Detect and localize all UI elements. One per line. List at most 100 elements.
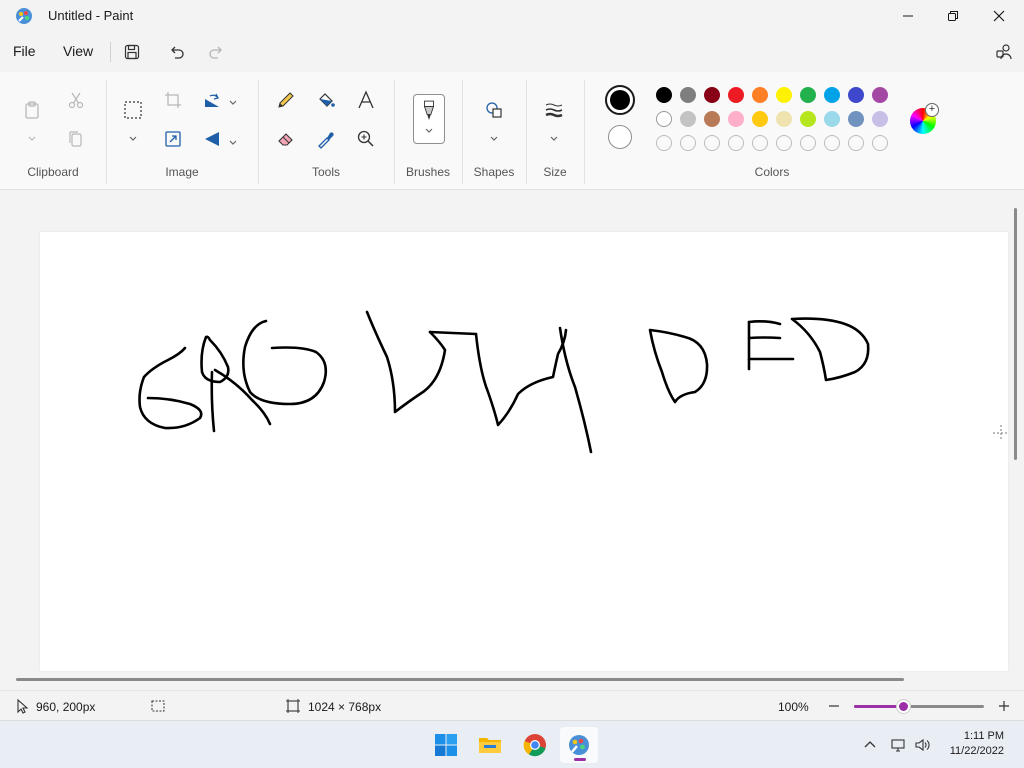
paint-taskbar-button[interactable] bbox=[560, 727, 598, 763]
color-swatch[interactable] bbox=[872, 111, 888, 127]
color-picker-button[interactable] bbox=[312, 125, 340, 153]
magnifier-button[interactable] bbox=[352, 125, 380, 153]
size-group-label: Size bbox=[543, 165, 567, 179]
color-swatch[interactable] bbox=[680, 111, 696, 127]
color-swatch[interactable] bbox=[656, 111, 672, 127]
drawing-stroke bbox=[138, 346, 203, 430]
stroke-size-icon bbox=[545, 103, 563, 118]
color-swatch[interactable] bbox=[872, 87, 888, 103]
custom-color-slot[interactable] bbox=[848, 135, 864, 151]
color-swatch[interactable] bbox=[728, 87, 744, 103]
custom-color-slot[interactable] bbox=[752, 135, 768, 151]
zoom-out-icon[interactable] bbox=[826, 698, 842, 714]
rectangle-select-icon bbox=[124, 101, 142, 119]
minimize-button[interactable] bbox=[885, 0, 931, 32]
color-swatch[interactable] bbox=[704, 111, 720, 127]
system-clock[interactable]: 1:11 PM 11/22/2022 bbox=[940, 730, 1004, 757]
clock-time: 1:11 PM bbox=[963, 730, 1004, 742]
text-icon bbox=[358, 90, 374, 109]
rotate-button[interactable] bbox=[198, 86, 226, 114]
custom-color-slot[interactable] bbox=[656, 135, 672, 151]
color-swatch[interactable] bbox=[824, 111, 840, 127]
account-button[interactable] bbox=[990, 40, 1018, 64]
color-swatch[interactable] bbox=[752, 111, 768, 127]
color-swatch[interactable] bbox=[848, 111, 864, 127]
color-swatch[interactable] bbox=[704, 87, 720, 103]
custom-color-slot[interactable] bbox=[680, 135, 696, 151]
color-swatch[interactable] bbox=[752, 87, 768, 103]
custom-color-slot[interactable] bbox=[704, 135, 720, 151]
zoom-slider[interactable] bbox=[854, 700, 984, 713]
color-swatch[interactable] bbox=[776, 87, 792, 103]
size-button[interactable] bbox=[540, 96, 568, 124]
cursor-position: 960, 200px bbox=[36, 700, 96, 714]
text-button[interactable] bbox=[352, 86, 380, 114]
chrome-icon bbox=[523, 734, 546, 757]
clock-date: 11/22/2022 bbox=[949, 745, 1004, 757]
horizontal-scrollbar[interactable] bbox=[16, 678, 904, 681]
custom-color-slot[interactable] bbox=[824, 135, 840, 151]
size-dropdown-chevron-icon[interactable] bbox=[549, 130, 559, 141]
cut-button[interactable] bbox=[62, 86, 90, 114]
file-menu[interactable]: File bbox=[13, 43, 36, 59]
color-swatch[interactable] bbox=[824, 87, 840, 103]
shapes-icon bbox=[486, 102, 502, 118]
pencil-button[interactable] bbox=[272, 86, 300, 114]
zoom-slider-thumb[interactable] bbox=[897, 700, 911, 713]
custom-color-slot[interactable] bbox=[728, 135, 744, 151]
zoom-in-icon[interactable] bbox=[996, 698, 1012, 714]
cut-icon bbox=[68, 92, 84, 109]
rotate-dropdown-chevron-icon[interactable] bbox=[228, 94, 238, 105]
file-explorer-icon bbox=[479, 738, 501, 753]
start-button[interactable] bbox=[427, 727, 465, 763]
zoom-level: 100% bbox=[778, 700, 809, 714]
menu-bar: File View bbox=[0, 34, 1024, 70]
custom-color-slot[interactable] bbox=[776, 135, 792, 151]
save-button[interactable] bbox=[118, 40, 146, 64]
primary-color-selector[interactable] bbox=[605, 85, 635, 115]
brushes-dropdown-chevron-icon bbox=[425, 128, 433, 133]
resize-button[interactable] bbox=[159, 125, 187, 153]
canvas-resize-handle[interactable] bbox=[992, 424, 1010, 442]
select-dropdown-chevron-icon[interactable] bbox=[128, 130, 138, 141]
color-swatch[interactable] bbox=[680, 87, 696, 103]
custom-color-slot[interactable] bbox=[872, 135, 888, 151]
chevron-up-icon[interactable] bbox=[862, 737, 878, 753]
view-menu[interactable]: View bbox=[63, 43, 93, 59]
paste-dropdown-chevron-icon[interactable] bbox=[27, 130, 37, 141]
color-swatch[interactable] bbox=[800, 111, 816, 127]
custom-color-slot[interactable] bbox=[800, 135, 816, 151]
drawing-stroke bbox=[747, 320, 782, 326]
chrome-button[interactable] bbox=[516, 727, 554, 763]
volume-icon[interactable] bbox=[914, 737, 930, 753]
vertical-scrollbar[interactable] bbox=[1014, 208, 1017, 460]
paint-app-icon bbox=[14, 6, 34, 26]
fill-button[interactable] bbox=[312, 86, 340, 114]
resize-image-icon bbox=[165, 131, 181, 147]
network-icon[interactable] bbox=[890, 737, 906, 753]
copy-button[interactable] bbox=[62, 125, 90, 153]
eraser-button[interactable] bbox=[272, 125, 300, 153]
file-explorer-button[interactable] bbox=[471, 727, 509, 763]
paste-button[interactable] bbox=[18, 96, 46, 124]
rotate-icon bbox=[205, 93, 219, 107]
shapes-dropdown-chevron-icon[interactable] bbox=[489, 130, 499, 141]
copy-icon bbox=[69, 131, 82, 147]
color-swatch[interactable] bbox=[848, 87, 864, 103]
color-swatch[interactable] bbox=[800, 87, 816, 103]
select-button[interactable] bbox=[119, 96, 147, 124]
secondary-color-selector[interactable] bbox=[608, 125, 632, 149]
flip-button[interactable] bbox=[198, 125, 226, 153]
crop-button[interactable] bbox=[159, 86, 187, 114]
drawing-canvas[interactable] bbox=[40, 232, 1008, 671]
flip-dropdown-chevron-icon[interactable] bbox=[228, 134, 238, 145]
color-swatch[interactable] bbox=[656, 87, 672, 103]
redo-button[interactable] bbox=[202, 40, 230, 64]
brushes-button[interactable] bbox=[413, 94, 445, 144]
restore-button[interactable] bbox=[930, 0, 976, 32]
shapes-button[interactable] bbox=[480, 96, 508, 124]
undo-button[interactable] bbox=[163, 40, 191, 64]
close-button[interactable] bbox=[976, 0, 1022, 32]
color-swatch[interactable] bbox=[728, 111, 744, 127]
color-swatch[interactable] bbox=[776, 111, 792, 127]
